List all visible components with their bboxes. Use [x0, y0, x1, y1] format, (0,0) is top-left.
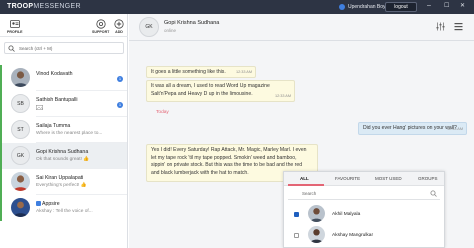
- support-button[interactable]: SUPPORT: [92, 19, 109, 34]
- profile-button[interactable]: PROFILE: [7, 19, 23, 34]
- search-icon: [430, 190, 437, 197]
- share-list-item[interactable]: Akshay Mangrulkar: [284, 225, 444, 246]
- app-header: TROOPMESSENGER Upendrahan Boyo logout – …: [0, 0, 474, 14]
- checkbox[interactable]: [294, 233, 299, 238]
- search-icon: [8, 45, 15, 52]
- profile-icon: [9, 20, 20, 28]
- unread-badge: 1: [117, 76, 123, 82]
- minimize-icon[interactable]: –: [427, 2, 431, 9]
- active-tab-indicator: [288, 184, 324, 186]
- add-contact-icon: [114, 19, 124, 29]
- user-avatar[interactable]: [339, 4, 345, 10]
- outgoing-message: Did you ever Hang' pictures on your wall…: [358, 122, 467, 135]
- avatar: [308, 205, 325, 222]
- avatar: GK: [139, 17, 159, 37]
- avatar: [11, 172, 30, 191]
- share-tabs: ALL FAVOURITE MOST USED GROUPS: [284, 172, 444, 186]
- tab-groups[interactable]: GROUPS: [418, 176, 438, 181]
- tab-most-used[interactable]: MOST USED: [375, 176, 402, 181]
- image-attachment-icon: [36, 105, 44, 112]
- unread-badge: 1: [117, 102, 123, 108]
- contact-item[interactable]: Vinod Kodavath 1: [0, 65, 127, 91]
- chat-contact-status: online: [164, 28, 177, 33]
- contact-item[interactable]: Sai Kiran Uppalapati Everything's perfec…: [0, 169, 127, 195]
- sidebar: PROFILE SUPPORT ADD Search (ctrl + M) Vi…: [0, 14, 128, 248]
- more-options-icon[interactable]: [454, 22, 463, 31]
- chat-header: GK Gopi Krishna Sudhana online: [129, 14, 474, 41]
- logout-button[interactable]: logout: [385, 2, 417, 12]
- incoming-message: It goes a little something like this. 12…: [146, 66, 256, 78]
- avatar: GK: [11, 146, 30, 165]
- share-contact-popup: ALL FAVOURITE MOST USED GROUPS Search Ak…: [283, 171, 445, 248]
- avatar: SB: [11, 94, 30, 113]
- sidebar-toolbar: PROFILE SUPPORT ADD: [0, 14, 128, 37]
- tab-all[interactable]: ALL: [300, 176, 309, 181]
- app-logo: TROOPMESSENGER: [7, 3, 81, 10]
- contact-item[interactable]: Appsire Akshay : Tell the voice of...: [0, 195, 127, 221]
- tab-favourite[interactable]: FAVOURITE: [335, 176, 360, 181]
- group-icon: [36, 201, 41, 206]
- support-icon: [96, 19, 106, 29]
- incoming-message: It was all a dream, I used to read Word …: [146, 80, 295, 102]
- checkbox-checked[interactable]: [294, 212, 299, 217]
- contact-item-active[interactable]: GK Gopi Krishna Sudhana Ok that sounds g…: [0, 143, 127, 169]
- user-name[interactable]: Upendrahan Boyo: [348, 4, 388, 10]
- contact-search-input[interactable]: Search (ctrl + M): [4, 42, 124, 54]
- avatar: ST: [11, 120, 30, 139]
- avatar: [11, 198, 30, 217]
- share-search-input[interactable]: Search: [288, 189, 440, 200]
- chat-contact-name: Gopi Krishna Sudhana: [164, 20, 220, 26]
- avatar: [308, 226, 325, 243]
- contact-item[interactable]: SB Sathish Bantupalli 1: [0, 91, 127, 117]
- avatar: [11, 68, 30, 87]
- maximize-icon[interactable]: ☐: [444, 2, 449, 9]
- add-button[interactable]: ADD: [114, 19, 124, 34]
- settings-sliders-icon[interactable]: [436, 22, 445, 31]
- contact-item[interactable]: ST Sailaja Tumma Where is the nearest pl…: [0, 117, 127, 143]
- share-list-item[interactable]: Akhil Malyala: [284, 204, 444, 225]
- close-icon[interactable]: ✕: [460, 2, 465, 9]
- date-divider: Today: [156, 110, 169, 115]
